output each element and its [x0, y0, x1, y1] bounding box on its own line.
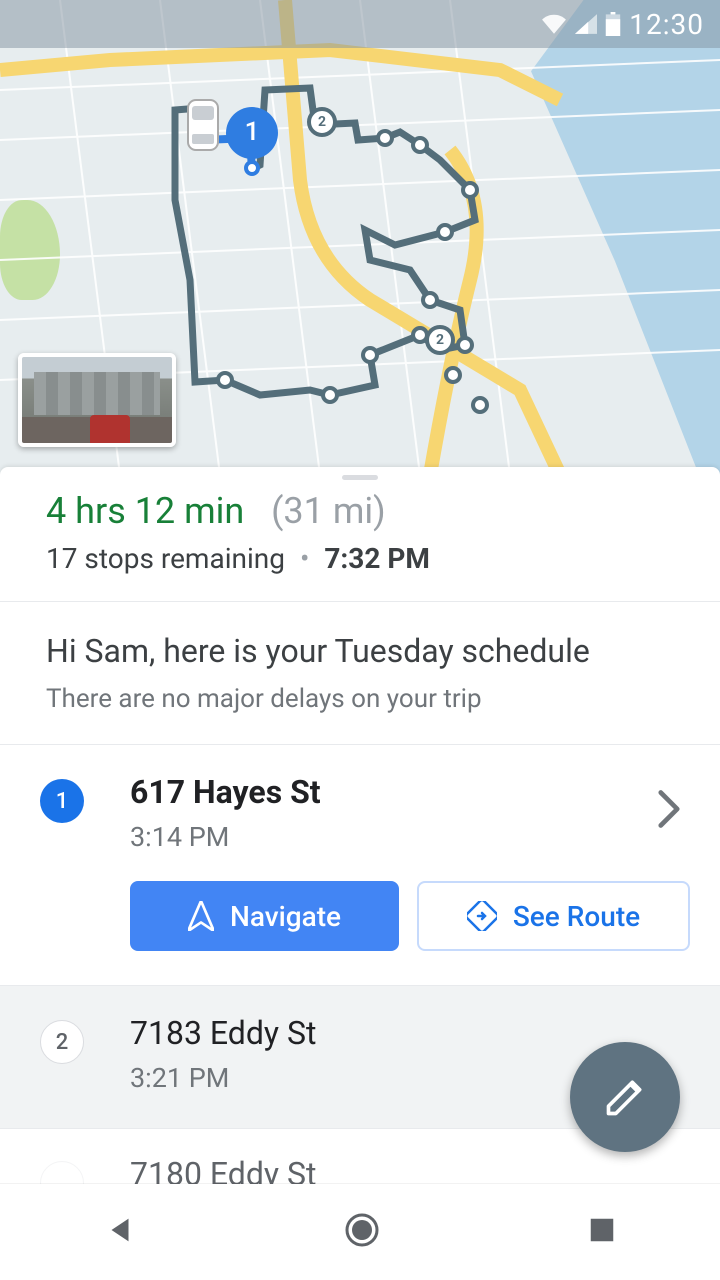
route-duration: 4 hrs 12 min	[46, 490, 244, 532]
drag-handle[interactable]	[342, 475, 378, 480]
status-time: 12:30	[629, 8, 704, 41]
status-bar: 12:30	[0, 0, 720, 48]
back-button[interactable]	[103, 1213, 137, 1251]
eta: 7:32 PM	[324, 542, 430, 575]
greeting-block: Hi Sam, here is your Tuesday schedule Th…	[0, 602, 720, 745]
bottom-sheet: 4 hrs 12 min (31 mi) 17 stops remaining …	[0, 467, 720, 1280]
recents-button[interactable]	[587, 1215, 617, 1249]
greeting-subtitle: There are no major delays on your trip	[46, 684, 674, 714]
chevron-right-icon	[656, 789, 682, 833]
see-route-button[interactable]: See Route	[417, 881, 690, 951]
stop-address: 617 Hayes St	[130, 773, 690, 811]
map[interactable]: 2 2 1	[0, 0, 720, 475]
android-nav-bar	[0, 1184, 720, 1280]
svg-text:1: 1	[245, 117, 260, 147]
stop-item-1[interactable]: 1 617 Hayes St 3:14 PM Navigate	[0, 745, 720, 986]
route-distance: (31 mi)	[271, 490, 386, 532]
edit-fab[interactable]	[570, 1042, 680, 1152]
route-summary: 4 hrs 12 min (31 mi) 17 stops remaining …	[0, 484, 720, 602]
svg-text:2: 2	[436, 332, 444, 348]
streetview-thumbnail[interactable]	[18, 353, 176, 447]
pencil-icon	[603, 1075, 647, 1119]
directions-icon	[467, 901, 497, 931]
stops-remaining: 17 stops remaining	[46, 542, 285, 575]
navigate-button[interactable]: Navigate	[130, 881, 399, 951]
greeting-title: Hi Sam, here is your Tuesday schedule	[46, 632, 674, 670]
navigate-arrow-icon	[188, 901, 214, 931]
cell-signal-icon	[575, 14, 597, 34]
stop-time: 3:14 PM	[130, 821, 690, 853]
svg-text:2: 2	[318, 114, 326, 130]
wifi-icon	[541, 14, 567, 34]
stop-number-badge: 1	[40, 779, 84, 823]
home-button[interactable]	[342, 1210, 382, 1254]
battery-icon	[605, 12, 621, 36]
stop-number-badge: 2	[40, 1020, 84, 1064]
